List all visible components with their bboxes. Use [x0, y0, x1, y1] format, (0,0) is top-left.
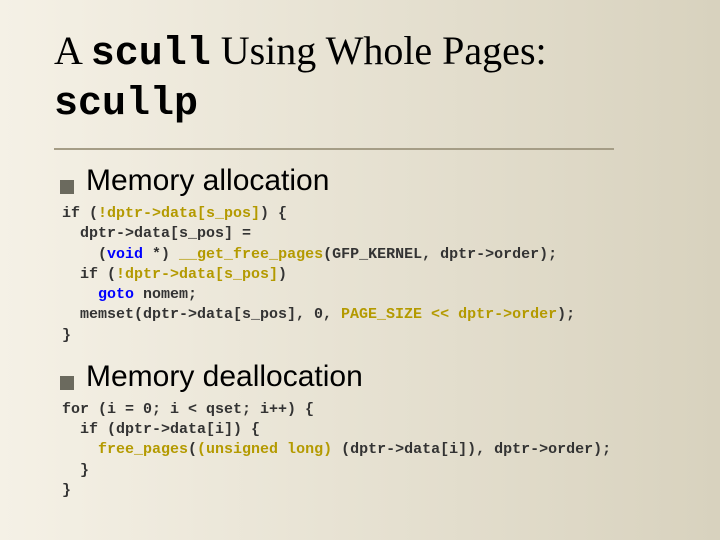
code-token: !dptr->data[s_pos]: [98, 205, 260, 222]
code-token: *): [143, 246, 179, 263]
code-token: [62, 441, 98, 458]
code-token: PAGE_SIZE << dptr->order: [341, 306, 557, 323]
bullet-item: Memory deallocation: [60, 360, 676, 394]
slide-title: A scull Using Whole Pages: scullp: [54, 28, 676, 138]
slide: A scull Using Whole Pages: scullp Memory…: [0, 0, 720, 540]
square-bullet-icon: [60, 180, 74, 194]
code-token: for (i = 0; i < qset; i++) {: [62, 401, 314, 418]
code-token: (: [62, 246, 107, 263]
code-token: (unsigned long): [197, 441, 332, 458]
code-token: (GFP_KERNEL, dptr->order);: [323, 246, 557, 263]
code-token: [62, 286, 98, 303]
code-token: free_pages: [98, 441, 188, 458]
bullet-heading: Memory deallocation: [86, 360, 363, 394]
slide-content: Memory allocation if (!dptr->data[s_pos]…: [54, 164, 676, 501]
code-token: if (: [62, 205, 98, 222]
code-token: __get_free_pages: [179, 246, 323, 263]
code-token: ): [278, 266, 287, 283]
code-token: }: [62, 482, 71, 499]
code-token: if (: [62, 266, 116, 283]
code-block-allocation: if (!dptr->data[s_pos]) { dptr->data[s_p…: [62, 204, 676, 346]
bullet-item: Memory allocation: [60, 164, 676, 198]
bullet-heading: Memory allocation: [86, 164, 329, 198]
code-token: if (dptr->data[i]) {: [62, 421, 260, 438]
code-block-deallocation: for (i = 0; i < qset; i++) { if (dptr->d…: [62, 400, 676, 501]
code-token: void: [107, 246, 143, 263]
code-token: dptr->data[s_pos] =: [62, 225, 251, 242]
title-underline: [54, 148, 614, 150]
title-code-1: scull: [91, 32, 211, 77]
code-token: }: [62, 327, 71, 344]
code-token: nomem;: [134, 286, 197, 303]
code-token: }: [62, 462, 89, 479]
code-token: (dptr->data[i]), dptr->order);: [332, 441, 611, 458]
code-token: goto: [98, 286, 134, 303]
code-token: );: [557, 306, 575, 323]
code-token: !dptr->data[s_pos]: [116, 266, 278, 283]
title-code-2: scullp: [54, 82, 198, 127]
title-text-mid: Using Whole Pages:: [211, 28, 547, 73]
code-token: memset(dptr->data[s_pos], 0,: [62, 306, 341, 323]
square-bullet-icon: [60, 376, 74, 390]
code-token: (: [188, 441, 197, 458]
code-token: ) {: [260, 205, 287, 222]
title-text-pre: A: [54, 28, 91, 73]
